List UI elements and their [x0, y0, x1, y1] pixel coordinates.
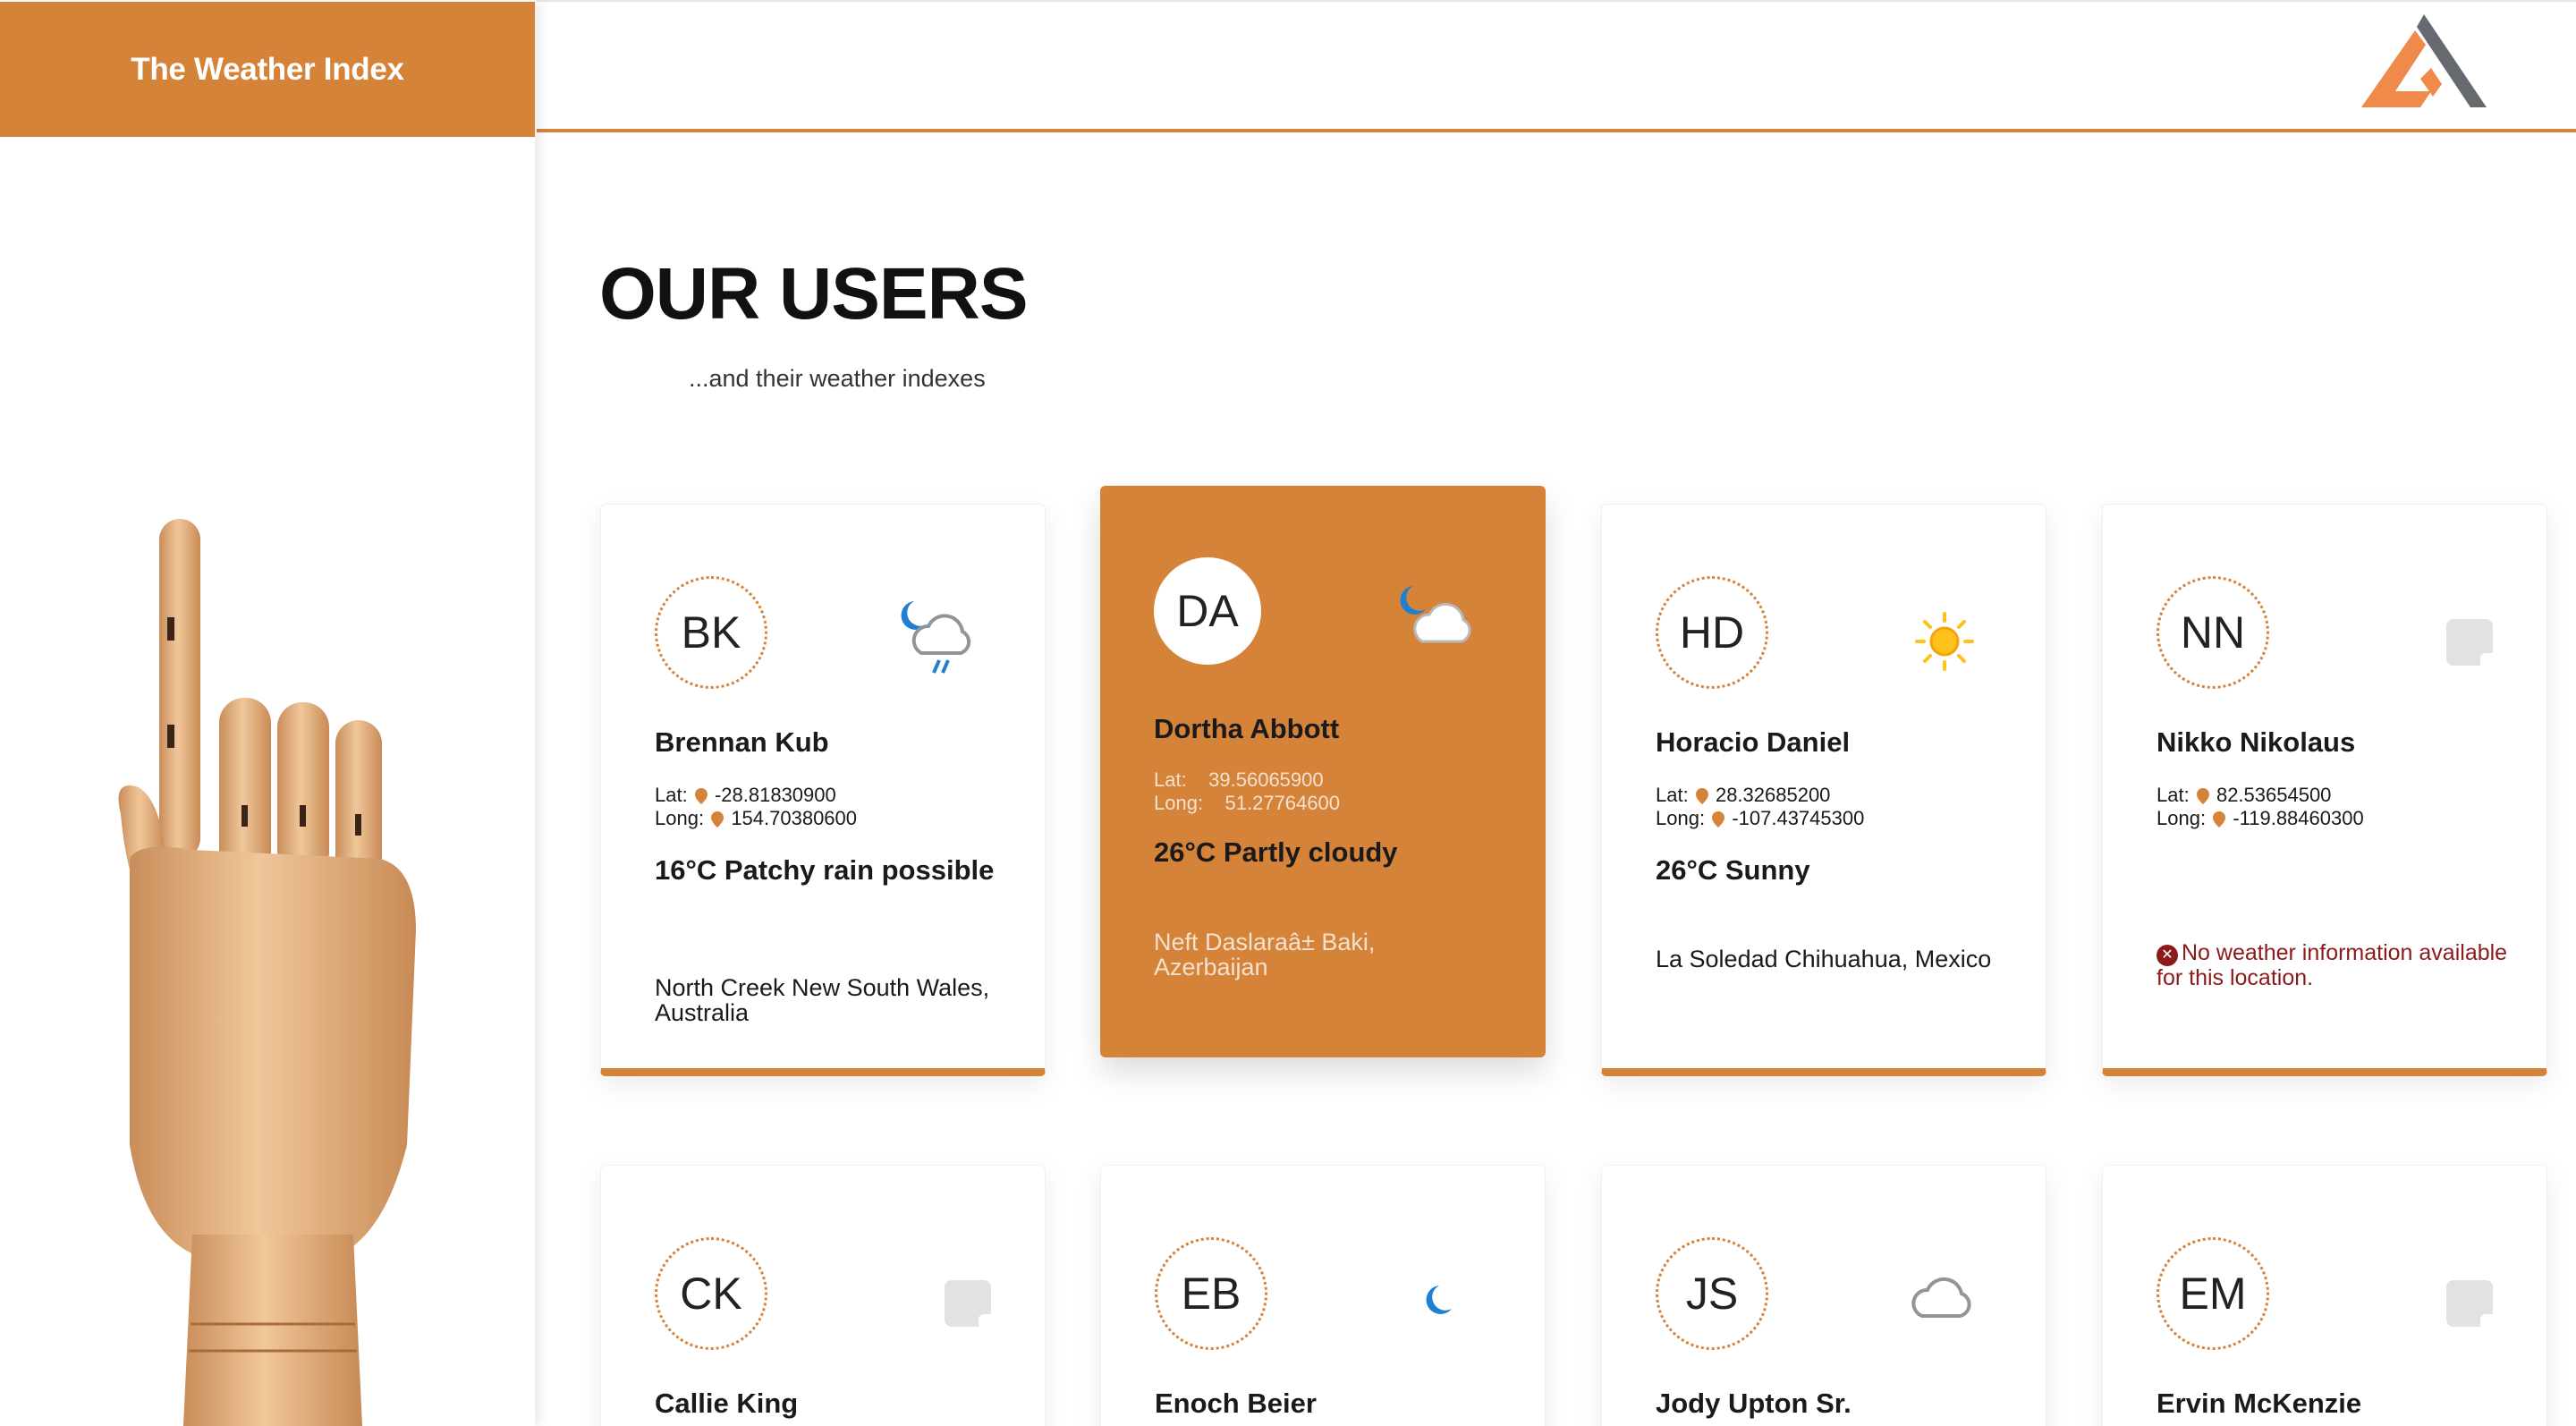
user-name: Nikko Nikolaus [2157, 726, 2356, 758]
no-image-icon [945, 1280, 991, 1327]
sidebar: The Weather Index [0, 0, 535, 1426]
user-card-nikko-nikolaus[interactable]: NN Nikko Nikolaus Lat: 82.53654500 Long:… [2102, 504, 2547, 1076]
user-name: Brennan Kub [655, 726, 829, 758]
location-pin-icon [694, 788, 708, 804]
long-label: Long: [1656, 807, 1706, 829]
user-card-ervin-mckenzie[interactable]: EM Ervin McKenzie [2102, 1165, 2547, 1426]
user-card-dortha-abbott[interactable]: DA Dortha Abbott Lat: 39.56065900 Long: … [1100, 486, 1546, 1057]
user-location: Neft Daslaraâ± Baki, Azerbaijan [1154, 929, 1376, 980]
user-name: Dortha Abbott [1154, 713, 1340, 744]
lat-label: Lat: [1154, 768, 1187, 791]
no-image-icon [2446, 1280, 2493, 1327]
user-coordinates: Lat: 28.32685200 Long: -107.43745300 [1656, 784, 1864, 830]
lat-value: 82.53654500 [2216, 784, 2332, 806]
long-label: Long: [655, 807, 705, 829]
lat-value: 39.56065900 [1208, 768, 1324, 791]
lat-label: Lat: [2157, 784, 2190, 806]
top-bar [537, 0, 2576, 132]
user-avatar: CK [655, 1237, 767, 1350]
location-pin-icon [2213, 811, 2226, 828]
sun-icon [1915, 612, 1974, 671]
user-name: Horacio Daniel [1656, 726, 1851, 758]
location-pin-icon [1695, 788, 1708, 804]
user-location: La Soledad Chihuahua, Mexico [1656, 946, 1992, 972]
weather-forecast: 26°C Partly cloudy [1154, 836, 1398, 868]
long-value: -107.43745300 [1732, 807, 1865, 829]
weather-forecast: 26°C Sunny [1656, 854, 1810, 886]
user-coordinates: Lat: -28.81830900 Long: 154.70380600 [655, 784, 857, 830]
user-card-brennan-kub[interactable]: BK Brennan Kub Lat: -28.81830900 Long: 1… [600, 504, 1046, 1076]
location-pin-icon [711, 811, 724, 828]
moon-cloud-icon [1400, 586, 1471, 643]
user-name: Ervin McKenzie [2157, 1388, 2362, 1419]
user-coordinates: Lat: 82.53654500 Long: -119.88460300 [2157, 784, 2364, 830]
long-value: 51.27764600 [1224, 792, 1340, 814]
user-location: North Creek New South Wales, Australia [655, 974, 990, 1026]
wooden-hand-image [118, 519, 416, 1426]
user-card-horacio-daniel[interactable]: HD Horacio Daniel Lat: 28.32685200 Long:… [1601, 504, 2046, 1076]
user-name: Jody Upton Sr. [1656, 1388, 1852, 1419]
weather-error-message: ✕ No weather information available for th… [2157, 941, 2514, 990]
lat-label: Lat: [1656, 784, 1689, 806]
weather-forecast: 16°C Patchy rain possible [655, 854, 995, 886]
user-name: Enoch Beier [1155, 1388, 1317, 1419]
lat-value: -28.81830900 [714, 784, 836, 806]
error-text: No weather information available for thi… [2157, 940, 2508, 990]
user-avatar: BK [655, 576, 767, 689]
brand-header[interactable]: The Weather Index [0, 2, 535, 137]
moon-icon [1426, 1286, 1452, 1314]
long-value: -119.88460300 [2233, 807, 2364, 829]
user-avatar: EB [1155, 1237, 1267, 1350]
user-name: Callie King [655, 1388, 799, 1419]
moon-cloud-rain-icon [901, 601, 971, 674]
user-card-enoch-beier[interactable]: EB Enoch Beier [1100, 1165, 1546, 1426]
no-image-icon [2446, 619, 2493, 666]
long-label: Long: [1154, 792, 1204, 814]
error-icon: ✕ [2157, 945, 2178, 966]
long-value: 154.70380600 [731, 807, 858, 829]
long-label: Long: [2157, 807, 2207, 829]
cloud-icon [1911, 1277, 1971, 1318]
user-avatar: DA [1154, 557, 1261, 665]
company-logo-icon[interactable] [2361, 14, 2487, 107]
lat-value: 28.32685200 [1715, 784, 1831, 806]
location-pin-icon [2196, 788, 2209, 804]
user-avatar: HD [1656, 576, 1768, 689]
lat-label: Lat: [655, 784, 688, 806]
app-title: The Weather Index [131, 51, 404, 87]
page-subtitle: ...and their weather indexes [689, 365, 986, 392]
location-pin-icon [1712, 811, 1725, 828]
page-title: OUR USERS [599, 253, 1029, 335]
user-card-callie-king[interactable]: CK Callie King [600, 1165, 1046, 1426]
user-avatar: EM [2157, 1237, 2269, 1350]
user-card-jody-upton[interactable]: JS Jody Upton Sr. [1601, 1165, 2046, 1426]
user-coordinates: Lat: 39.56065900 Long: 51.27764600 [1154, 768, 1340, 815]
user-avatar: NN [2157, 576, 2269, 689]
user-avatar: JS [1656, 1237, 1768, 1350]
